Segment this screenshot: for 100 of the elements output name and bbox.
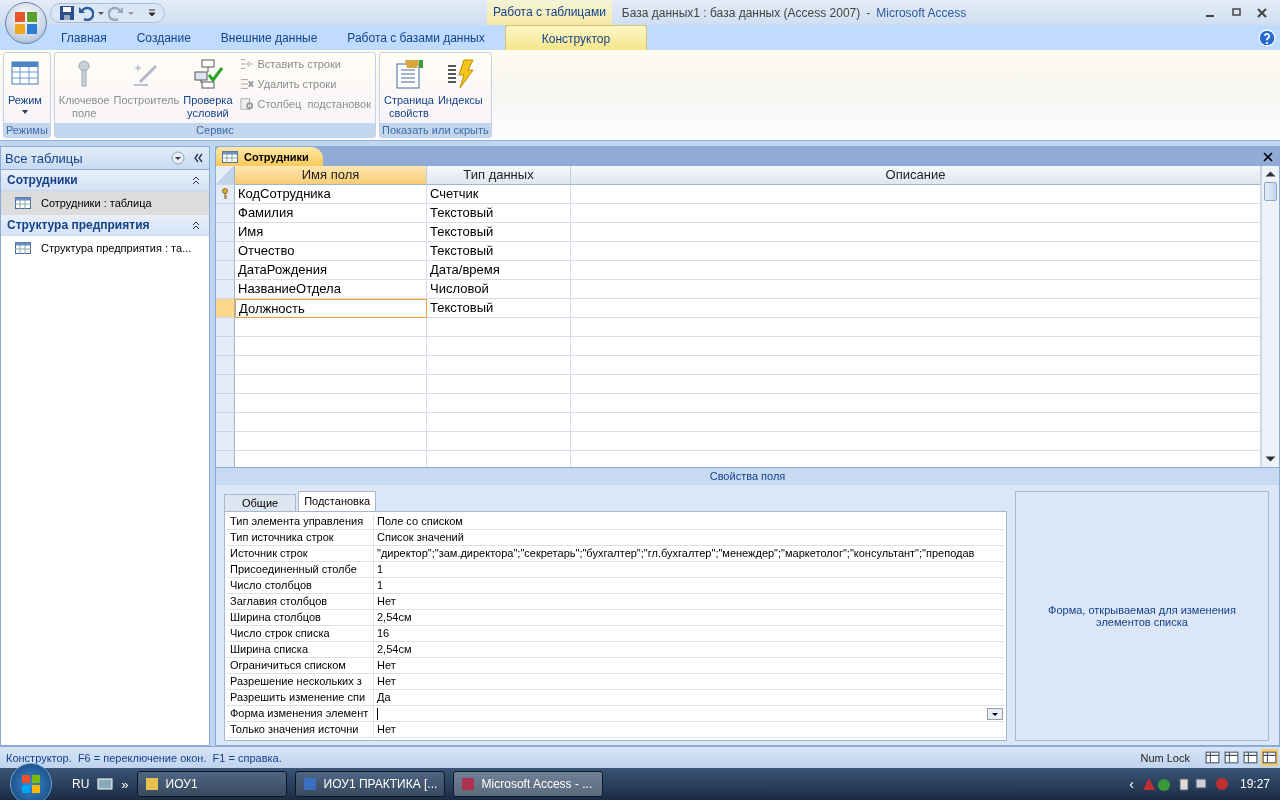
- row-selector[interactable]: [216, 451, 235, 467]
- table-cell[interactable]: [427, 394, 571, 413]
- table-cell[interactable]: Должность: [235, 299, 427, 318]
- property-value[interactable]: "директор";"зам.директора";"секретарь";"бухгалтер";"гл.бухгалтер";"менеждер";"маркетолог";"консультант";"преподав: [374, 546, 1004, 561]
- table-cell[interactable]: [571, 223, 1261, 242]
- table-cell[interactable]: [571, 261, 1261, 280]
- nav-item[interactable]: Структура предприятия : та...: [1, 236, 209, 260]
- table-cell[interactable]: Отчество: [235, 242, 427, 261]
- table-cell[interactable]: ДатаРождения: [235, 261, 427, 280]
- table-cell[interactable]: [571, 394, 1261, 413]
- nav-item[interactable]: Сотрудники : таблица: [1, 191, 209, 215]
- table-cell[interactable]: [571, 432, 1261, 451]
- table-cell[interactable]: Текстовый: [427, 204, 571, 223]
- undo-icon[interactable]: [78, 4, 94, 21]
- ribbon-button[interactable]: Страница свойств: [382, 55, 436, 123]
- ribbon-tab[interactable]: Конструктор: [504, 25, 648, 50]
- language-indicator[interactable]: RU: [72, 777, 90, 791]
- property-value[interactable]: 1: [374, 562, 1004, 577]
- tray-chevron[interactable]: ‹: [1129, 776, 1134, 792]
- show-desktop-icon[interactable]: [97, 776, 114, 792]
- table-cell[interactable]: Имя: [235, 223, 427, 242]
- table-cell[interactable]: [235, 337, 427, 356]
- property-value[interactable]: 2,54см: [374, 642, 1004, 657]
- help-icon[interactable]: [1258, 28, 1276, 47]
- table-cell[interactable]: Текстовый: [427, 299, 571, 318]
- table-cell[interactable]: [571, 413, 1261, 432]
- row-selector[interactable]: [216, 356, 235, 375]
- table-cell[interactable]: [427, 356, 571, 375]
- ribbon-button[interactable]: Режим: [6, 55, 44, 123]
- ribbon-tab[interactable]: Создание: [121, 25, 206, 49]
- close-icon[interactable]: [1263, 151, 1273, 162]
- overflow-chevron[interactable]: »: [121, 776, 129, 792]
- taskbar-button[interactable]: ИОУ1: [136, 771, 287, 797]
- property-value[interactable]: Нет: [374, 674, 1004, 689]
- table-cell[interactable]: [235, 375, 427, 394]
- row-selector[interactable]: [216, 280, 235, 299]
- row-selector[interactable]: [216, 261, 235, 280]
- row-selector[interactable]: [216, 413, 235, 432]
- ribbon-button[interactable]: Проверка условий: [181, 55, 235, 123]
- table-cell[interactable]: Числовой: [427, 280, 571, 299]
- property-value[interactable]: 16: [374, 626, 1004, 641]
- taskbar-button[interactable]: Microsoft Access - ...: [452, 771, 603, 797]
- row-selector[interactable]: [216, 394, 235, 413]
- table-cell[interactable]: [427, 318, 571, 337]
- row-selector[interactable]: [216, 242, 235, 261]
- table-cell[interactable]: [571, 337, 1261, 356]
- table-cell[interactable]: Фамилия: [235, 204, 427, 223]
- table-cell[interactable]: [571, 375, 1261, 394]
- property-value[interactable]: Да: [374, 690, 1004, 705]
- table-cell[interactable]: Текстовый: [427, 223, 571, 242]
- dropdown-caret-icon[interactable]: [171, 151, 185, 165]
- taskbar-button[interactable]: ИОУ1 ПРАКТИКА [...: [294, 771, 445, 797]
- row-selector[interactable]: [216, 375, 235, 394]
- select-all-corner[interactable]: [216, 166, 235, 185]
- view-button-icon[interactable]: [1261, 749, 1278, 766]
- view-button-icon[interactable]: [1242, 749, 1259, 766]
- table-cell[interactable]: [235, 394, 427, 413]
- row-selector[interactable]: [216, 432, 235, 451]
- scroll-thumb[interactable]: [1264, 182, 1277, 201]
- close-icon[interactable]: [1254, 6, 1270, 19]
- ribbon-tab[interactable]: Работа с базами данных: [332, 25, 500, 49]
- table-cell[interactable]: НазваниеОтдела: [235, 280, 427, 299]
- table-cell[interactable]: Счетчик: [427, 185, 571, 204]
- view-button-icon[interactable]: [1204, 749, 1221, 766]
- property-value[interactable]: 1: [374, 578, 1004, 593]
- table-cell[interactable]: [427, 375, 571, 394]
- row-selector[interactable]: [216, 185, 235, 204]
- table-cell[interactable]: [571, 242, 1261, 261]
- vertical-scrollbar[interactable]: [1261, 166, 1279, 467]
- property-value[interactable]: Нет: [374, 722, 1004, 737]
- ribbon-button[interactable]: Индексы: [435, 55, 485, 123]
- table-cell[interactable]: Дата/время: [427, 261, 571, 280]
- row-selector[interactable]: [216, 299, 235, 318]
- dropdown-caret-icon[interactable]: [987, 707, 1003, 720]
- property-value[interactable]: Нет: [374, 594, 1004, 609]
- ribbon-tab[interactable]: Главная: [46, 25, 122, 49]
- row-selector[interactable]: [216, 204, 235, 223]
- save-icon[interactable]: [59, 4, 75, 21]
- property-value[interactable]: Список значений: [374, 530, 1004, 545]
- property-tab[interactable]: Подстановка: [298, 491, 377, 511]
- nav-group-header[interactable]: Сотрудники: [1, 170, 209, 191]
- table-cell[interactable]: [235, 356, 427, 375]
- property-value[interactable]: 2,54см: [374, 610, 1004, 625]
- property-value[interactable]: Нет: [374, 658, 1004, 673]
- ribbon-tab[interactable]: Внешние данные: [205, 25, 333, 49]
- table-cell[interactable]: КодСотрудника: [235, 185, 427, 204]
- table-cell[interactable]: [235, 432, 427, 451]
- table-cell[interactable]: [427, 337, 571, 356]
- table-cell[interactable]: [571, 356, 1261, 375]
- table-cell[interactable]: [235, 413, 427, 432]
- property-value[interactable]: Поле со списком: [374, 514, 1004, 529]
- table-cell[interactable]: [235, 318, 427, 337]
- table-cell[interactable]: [427, 413, 571, 432]
- table-cell[interactable]: [571, 185, 1261, 204]
- property-tab[interactable]: Общие: [224, 494, 297, 511]
- nav-group-header[interactable]: Структура предприятия: [1, 215, 209, 236]
- table-cell[interactable]: [427, 432, 571, 451]
- table-cell[interactable]: Текстовый: [427, 242, 571, 261]
- table-cell[interactable]: [571, 299, 1261, 318]
- view-button-icon[interactable]: [1223, 749, 1240, 766]
